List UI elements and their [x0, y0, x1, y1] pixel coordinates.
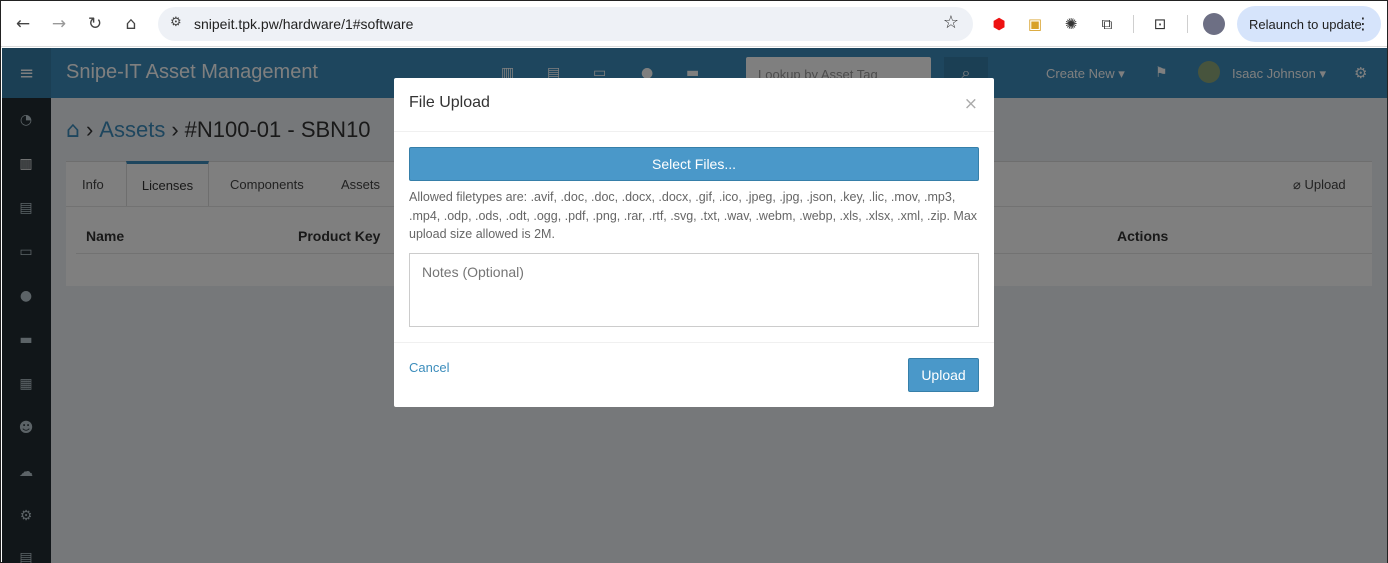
modal-footer-divider: [394, 342, 994, 343]
toolbar-divider: [1187, 15, 1188, 33]
profile-avatar[interactable]: [1203, 13, 1225, 35]
bookmark-star-icon[interactable]: ☆: [943, 12, 959, 33]
close-icon[interactable]: ×: [964, 94, 978, 114]
upload-button[interactable]: Upload: [908, 358, 979, 392]
back-icon[interactable]: ←: [10, 11, 36, 37]
notes-textarea[interactable]: [409, 253, 979, 327]
select-files-button[interactable]: Select Files...: [409, 147, 979, 181]
relaunch-label: Relaunch to update: [1249, 16, 1362, 32]
extensions-puzzle-icon[interactable]: ⧉: [1096, 13, 1118, 35]
url-text[interactable]: snipeit.tpk.pw/hardware/1#software: [194, 16, 413, 32]
forward-icon[interactable]: →: [46, 11, 72, 37]
modal-header-divider: [394, 131, 994, 132]
tab-search-icon[interactable]: ⊡: [1149, 13, 1171, 35]
address-bar[interactable]: ⚙ snipeit.tpk.pw/hardware/1#software ☆: [158, 7, 973, 41]
relaunch-button[interactable]: Relaunch to update ⋮: [1237, 6, 1381, 42]
more-menu-icon[interactable]: ⋮: [1355, 14, 1371, 33]
allowed-filetypes-help: Allowed filetypes are: .avif, .doc, .doc…: [409, 190, 978, 241]
reload-icon[interactable]: ↻: [82, 11, 108, 37]
extension-red-icon[interactable]: ⬢: [988, 13, 1010, 35]
file-upload-modal: File Upload × Select Files... Allowed fi…: [394, 78, 994, 407]
home-icon[interactable]: ⌂: [118, 11, 144, 37]
toolbar-divider: [1133, 15, 1134, 33]
extension-notes-icon[interactable]: ▣: [1024, 13, 1046, 35]
modal-title: File Upload: [409, 94, 490, 111]
cancel-link[interactable]: Cancel: [409, 360, 449, 375]
site-settings-icon[interactable]: ⚙: [170, 15, 182, 30]
browser-toolbar: ← → ↻ ⌂ ⚙ snipeit.tpk.pw/hardware/1#soft…: [1, 1, 1387, 47]
extension-gear-icon[interactable]: ✺: [1060, 13, 1082, 35]
